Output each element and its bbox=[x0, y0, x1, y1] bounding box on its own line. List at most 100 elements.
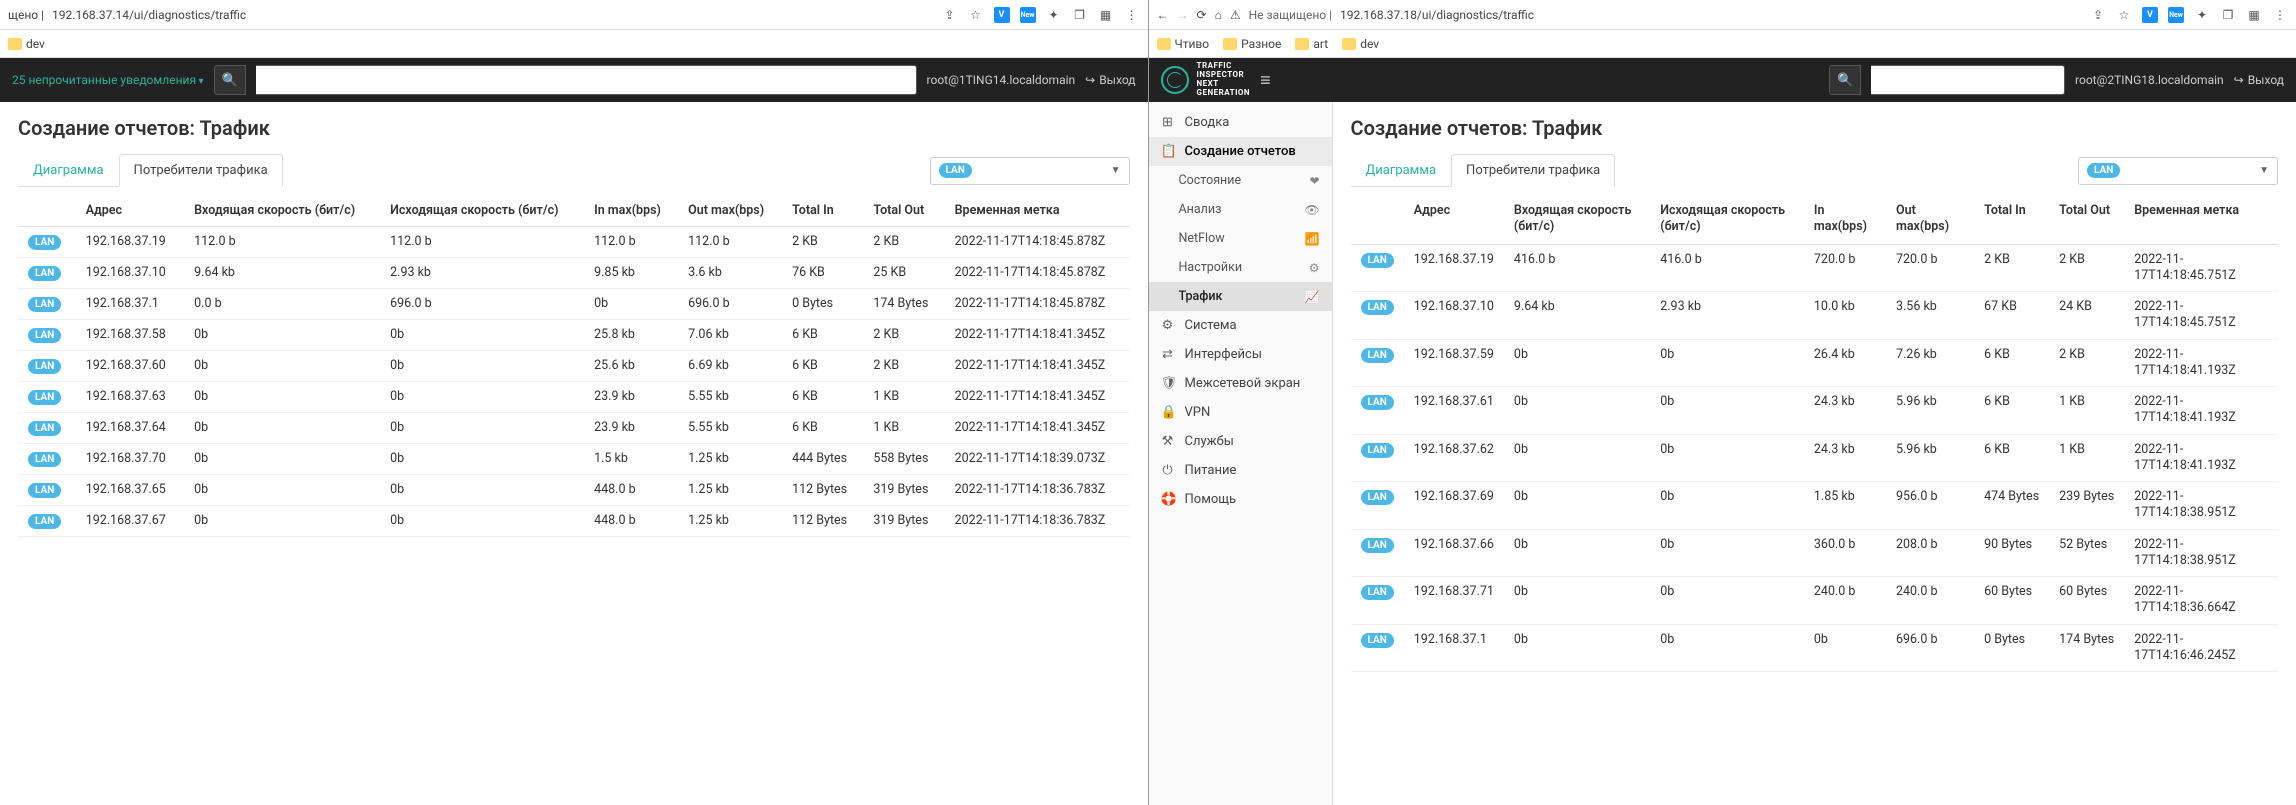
col-header[interactable]: Total Out bbox=[2049, 195, 2124, 244]
sidebar-item-трафик[interactable]: Трафик📈 bbox=[1149, 282, 1332, 311]
url-bar[interactable]: 192.168.37.14/ui/diagnostics/traffic bbox=[52, 8, 933, 22]
col-header[interactable]: Out max(bps) bbox=[678, 195, 782, 227]
table-row[interactable]: LAN192.168.37.590b0b26.4 kb7.26 kb6 KB2 … bbox=[1351, 339, 2279, 387]
tab-diagram[interactable]: Диаграмма bbox=[1351, 154, 1452, 186]
logout-link[interactable]: ↪ Выход bbox=[1085, 73, 1135, 87]
sidebar-item-интерфейсы[interactable]: ⇄Интерфейсы bbox=[1149, 340, 1332, 369]
tab-consumers[interactable]: Потребители трафика bbox=[1451, 154, 1615, 187]
sidebar-item-сводка[interactable]: ⊞Сводка bbox=[1149, 108, 1332, 137]
user-label[interactable]: root@1TING14.localdomain bbox=[927, 73, 1076, 87]
table-row[interactable]: LAN192.168.37.660b0b360.0 b208.0 b90 Byt… bbox=[1351, 529, 2279, 577]
search-button[interactable]: 🔍 bbox=[1829, 65, 1861, 95]
col-header[interactable]: Входящая скорость (бит/с) bbox=[184, 195, 380, 227]
table-row[interactable]: LAN192.168.37.19112.0 b112.0 b112.0 b112… bbox=[18, 227, 1130, 258]
home-icon[interactable]: ⌂ bbox=[1215, 8, 1222, 22]
url-bar[interactable]: 192.168.37.18/ui/diagnostics/traffic bbox=[1340, 8, 2082, 22]
tab-consumers[interactable]: Потребители трафика bbox=[119, 154, 283, 187]
back-icon[interactable]: ← bbox=[1157, 8, 1169, 22]
interface-dropdown[interactable]: LAN ▼ bbox=[2078, 157, 2278, 185]
unread-notifications[interactable]: 25 непрочитанные уведомления bbox=[12, 73, 204, 87]
share-icon[interactable]: ⇪ bbox=[2090, 7, 2106, 23]
table-row[interactable]: LAN192.168.37.19416.0 b416.0 b720.0 b720… bbox=[1351, 244, 2279, 292]
col-header[interactable]: Out max(bps) bbox=[1886, 195, 1974, 244]
col-header[interactable]: Исходящая скорость (бит/с) bbox=[1650, 195, 1804, 244]
logout-link[interactable]: ↪ Выход bbox=[2234, 73, 2284, 87]
bookmark-dev[interactable]: dev bbox=[8, 37, 45, 51]
col-header[interactable]: Total Out bbox=[863, 195, 944, 227]
extension-v-icon[interactable]: V bbox=[994, 7, 1010, 23]
bookmark-raznoe[interactable]: Разное bbox=[1223, 37, 1281, 51]
puzzle-icon[interactable]: ✦ bbox=[2194, 7, 2210, 23]
col-header[interactable]: In max(bps) bbox=[584, 195, 678, 227]
table-row[interactable]: LAN192.168.37.109.64 kb2.93 kb9.85 kb3.6… bbox=[18, 258, 1130, 289]
cell: 319 Bytes bbox=[863, 506, 944, 537]
extension-new-icon[interactable]: New bbox=[1020, 7, 1036, 23]
sidebar-item-анализ[interactable]: Анализ👁 bbox=[1149, 195, 1332, 224]
table-row[interactable]: LAN192.168.37.640b0b23.9 kb5.55 kb6 KB1 … bbox=[18, 413, 1130, 444]
table-row[interactable]: LAN192.168.37.620b0b24.3 kb5.96 kb6 KB1 … bbox=[1351, 434, 2279, 482]
col-header[interactable]: In max(bps) bbox=[1804, 195, 1886, 244]
star-icon[interactable]: ☆ bbox=[2116, 7, 2132, 23]
cell: 0b bbox=[380, 320, 584, 351]
table-row[interactable]: LAN192.168.37.580b0b25.8 kb7.06 kb6 KB2 … bbox=[18, 320, 1130, 351]
sidebar-item-состояние[interactable]: Состояние❤ bbox=[1149, 166, 1332, 195]
tab-diagram[interactable]: Диаграмма bbox=[18, 154, 119, 186]
table-row[interactable]: LAN192.168.37.670b0b448.0 b1.25 kb112 By… bbox=[18, 506, 1130, 537]
interface-dropdown[interactable]: LAN ▼ bbox=[930, 157, 1130, 185]
table-row[interactable]: LAN192.168.37.109.64 kb2.93 kb10.0 kb3.5… bbox=[1351, 292, 2279, 340]
col-header[interactable]: Временная метка bbox=[2124, 195, 2278, 244]
sidebar-item-система[interactable]: ⚙Система bbox=[1149, 311, 1332, 340]
sidebar-item-netflow[interactable]: NetFlow📶 bbox=[1149, 224, 1332, 253]
col-header[interactable]: Адрес bbox=[1404, 195, 1504, 244]
menu-icon[interactable]: ⋮ bbox=[2272, 7, 2288, 23]
table-row[interactable]: LAN192.168.37.630b0b23.9 kb5.55 kb6 KB1 … bbox=[18, 382, 1130, 413]
sidebar-item-питание[interactable]: ⏻Питание bbox=[1149, 456, 1332, 485]
sidebar: ⊞Сводка📋Создание отчетовСостояние❤Анализ… bbox=[1149, 102, 1333, 805]
reload-icon[interactable]: ⟳ bbox=[1197, 8, 1207, 22]
grid-icon[interactable]: ▦ bbox=[1098, 7, 1114, 23]
user-label[interactable]: root@2TING18.localdomain bbox=[2075, 73, 2224, 87]
col-header[interactable]: Временная метка bbox=[945, 195, 1130, 227]
sidebar-item-создание-отчетов[interactable]: 📋Создание отчетов bbox=[1149, 137, 1332, 166]
sidebar-item-помощь[interactable]: 🛟Помощь bbox=[1149, 485, 1332, 514]
search-input[interactable] bbox=[1871, 65, 2065, 95]
forward-icon[interactable]: → bbox=[1177, 8, 1189, 22]
sidebar-item-vpn[interactable]: 🔒VPN bbox=[1149, 398, 1332, 427]
sidebar-item-настройки[interactable]: Настройки⚙ bbox=[1149, 253, 1332, 282]
window-icon[interactable]: ❐ bbox=[1072, 7, 1088, 23]
bookmark-art[interactable]: art bbox=[1295, 37, 1328, 51]
logo[interactable]: TRAFFIC INSPECTOR NEXT GENERATION bbox=[1161, 62, 1251, 97]
folder-icon bbox=[1295, 38, 1309, 50]
star-icon[interactable]: ☆ bbox=[968, 7, 984, 23]
table-row[interactable]: LAN192.168.37.690b0b1.85 kb956.0 b474 By… bbox=[1351, 482, 2279, 530]
search-button[interactable]: 🔍 bbox=[214, 65, 246, 95]
extension-v-icon[interactable]: V bbox=[2142, 7, 2158, 23]
col-header[interactable] bbox=[1351, 195, 1404, 244]
col-header[interactable]: Входящая скорость (бит/с) bbox=[1504, 195, 1650, 244]
table-row[interactable]: LAN192.168.37.700b0b1.5 kb1.25 kb444 Byt… bbox=[18, 444, 1130, 475]
table-row[interactable]: LAN192.168.37.650b0b448.0 b1.25 kb112 By… bbox=[18, 475, 1130, 506]
window-icon[interactable]: ❐ bbox=[2220, 7, 2236, 23]
sidebar-item-службы[interactable]: ⚒Службы bbox=[1149, 427, 1332, 456]
bookmark-chtivo[interactable]: Чтиво bbox=[1157, 37, 1210, 51]
col-header[interactable]: Total In bbox=[782, 195, 863, 227]
table-row[interactable]: LAN192.168.37.710b0b240.0 b240.0 b60 Byt… bbox=[1351, 577, 2279, 625]
sidebar-item-межсетевой-экран[interactable]: 🛡Межсетевой экран bbox=[1149, 369, 1332, 398]
hamburger-icon[interactable]: ≡ bbox=[1260, 70, 1271, 91]
cell: 192.168.37.10 bbox=[1404, 292, 1504, 340]
puzzle-icon[interactable]: ✦ bbox=[1046, 7, 1062, 23]
table-row[interactable]: LAN192.168.37.610b0b24.3 kb5.96 kb6 KB1 … bbox=[1351, 387, 2279, 435]
col-header[interactable]: Исходящая скорость (бит/с) bbox=[380, 195, 584, 227]
table-row[interactable]: LAN192.168.37.10b0b0b696.0 b0 Bytes174 B… bbox=[1351, 624, 2279, 672]
table-row[interactable]: LAN192.168.37.10.0 b696.0 b0b696.0 b0 By… bbox=[18, 289, 1130, 320]
share-icon[interactable]: ⇪ bbox=[942, 7, 958, 23]
col-header[interactable]: Total In bbox=[1974, 195, 2049, 244]
bookmark-dev[interactable]: dev bbox=[1342, 37, 1379, 51]
search-input[interactable] bbox=[256, 65, 917, 95]
extension-new-icon[interactable]: New bbox=[2168, 7, 2184, 23]
grid-icon[interactable]: ▦ bbox=[2246, 7, 2262, 23]
table-row[interactable]: LAN192.168.37.600b0b25.6 kb6.69 kb6 KB2 … bbox=[18, 351, 1130, 382]
menu-icon[interactable]: ⋮ bbox=[1124, 7, 1140, 23]
col-header[interactable]: Адрес bbox=[76, 195, 184, 227]
col-header[interactable] bbox=[18, 195, 76, 227]
